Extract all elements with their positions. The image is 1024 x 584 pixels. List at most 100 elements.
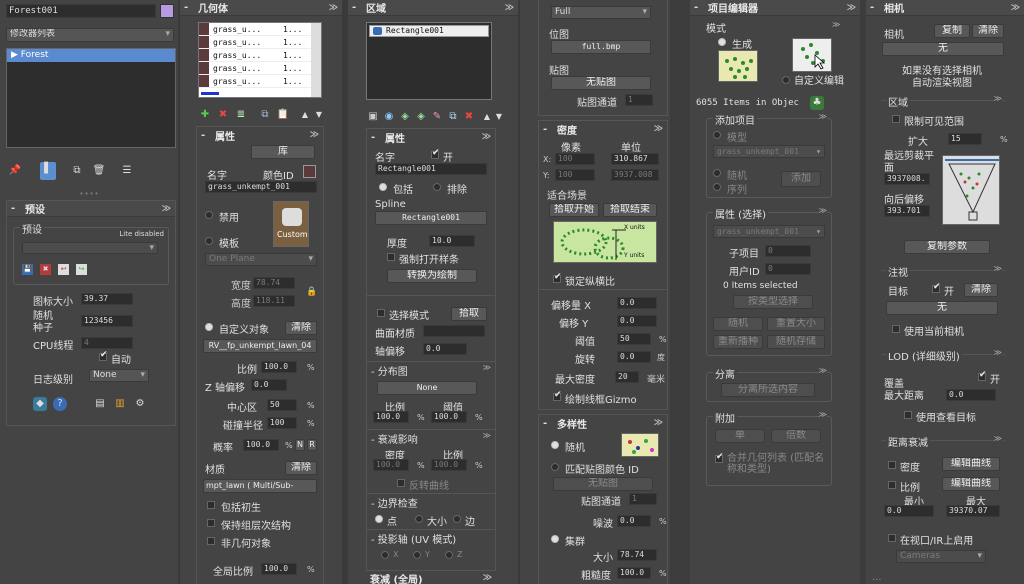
limit-visible-checkbox[interactable]	[892, 115, 900, 123]
geometry-name-field[interactable]: grass_unkempt_001	[205, 181, 317, 193]
geometry-list-row[interactable]: grass_u... 1...	[199, 75, 321, 88]
back-offset-field[interactable]: 393.701	[884, 205, 930, 217]
geometry-list[interactable]: grass_u... 1... grass_u... 1... grass_u... 1.…	[198, 22, 322, 98]
template-dropdown[interactable]: One Plane	[205, 253, 317, 266]
use-current-camera-checkbox[interactable]	[892, 325, 900, 333]
props-header[interactable]: - 属性 ≫	[197, 127, 323, 143]
ratio-falloff-checkbox[interactable]	[888, 481, 896, 489]
y-axis-radio[interactable]	[413, 551, 421, 559]
cluster-size-field[interactable]: 78.74	[617, 549, 657, 561]
z-axis-radio[interactable]	[445, 551, 453, 559]
x-pixel-field[interactable]: 100	[555, 153, 595, 165]
height-field[interactable]: 118.11	[253, 295, 295, 307]
panel-divider[interactable]: ∙∙∙∙	[0, 190, 178, 198]
seed-field[interactable]: 123456	[81, 315, 133, 327]
reset-size-button[interactable]: 重置大小	[767, 317, 825, 331]
custom-object-radio[interactable]	[205, 323, 213, 331]
dist-map-title[interactable]: - 分布图	[371, 363, 408, 378]
lock-icon[interactable]: 🔒	[305, 285, 319, 299]
pin-stack-icon[interactable]: 📌	[8, 164, 22, 178]
geometry-list-row[interactable]: grass_u... 1...	[199, 36, 321, 49]
random-button[interactable]: 随机	[713, 317, 763, 331]
max-field[interactable]: 39370.07	[946, 505, 1000, 517]
spline-button[interactable]: Rectangle001	[375, 211, 487, 225]
axis-offset-field[interactable]: 0.0	[423, 343, 467, 355]
rotation-field[interactable]: 0.0	[617, 351, 651, 363]
separate-selected-button[interactable]: 分离所选内容	[721, 383, 815, 397]
thickness-field[interactable]: 10.0	[429, 235, 475, 247]
model-dropdown[interactable]: grass_unkempt_001	[713, 145, 825, 158]
copy-camera-button[interactable]: 复制	[934, 24, 970, 38]
show-end-result-icon[interactable]: ▌	[40, 162, 56, 180]
reseed-button[interactable]: 重新播种	[713, 335, 763, 349]
export-preset-icon[interactable]: ↪	[76, 264, 87, 275]
area-list-item[interactable]: Rectangle001	[369, 25, 489, 37]
offset-y-field[interactable]: 0.0	[617, 315, 657, 327]
noise-field[interactable]: 0.0	[617, 515, 651, 527]
target-on-checkbox[interactable]	[932, 282, 941, 293]
presets-header[interactable]: - 预设 ≫	[7, 201, 175, 217]
far-clip-field[interactable]: 3937008.	[884, 173, 930, 185]
chart-icon[interactable]: ▥	[113, 397, 127, 411]
generate-radio[interactable]	[718, 38, 726, 46]
stack-item-forest[interactable]: ▶ Forest	[7, 49, 175, 62]
configure-icon[interactable]: ☰	[120, 164, 134, 178]
collision-radius-field[interactable]: 100	[267, 417, 297, 429]
area-tool-6-icon[interactable]: ⧉	[446, 110, 460, 124]
add-list-icon[interactable]: ≣	[234, 108, 248, 122]
y-unit-field[interactable]: 3937.008	[611, 169, 659, 181]
clear-material-button[interactable]: 清除	[285, 461, 317, 475]
clear-camera-button[interactable]: 清除	[972, 24, 1004, 38]
template-radio[interactable]	[205, 237, 213, 245]
scale-field[interactable]: 100.0	[261, 361, 297, 373]
select-mode-checkbox[interactable]	[377, 309, 385, 317]
geometry-list-scrollbar[interactable]	[311, 23, 321, 97]
remove-item-icon[interactable]: ✖	[216, 108, 230, 122]
r-button[interactable]: R	[307, 439, 317, 451]
x-axis-radio[interactable]	[381, 551, 389, 559]
dist-thresh-field[interactable]: 100.0	[431, 411, 467, 423]
pick-end-button[interactable]: 拾取结束	[603, 203, 657, 217]
size-radio[interactable]	[415, 515, 423, 523]
keep-hierarchy-checkbox[interactable]	[207, 519, 215, 527]
probability-field[interactable]: 100.0	[243, 439, 279, 451]
modifier-list-dropdown[interactable]: 修改器列表	[6, 28, 174, 42]
edit-ratio-curve-button[interactable]: 编辑曲线	[942, 477, 1000, 491]
delete-preset-icon[interactable]: ✖	[40, 264, 51, 275]
match-color-radio[interactable]	[551, 463, 559, 471]
clear-target-button[interactable]: 清除	[964, 283, 998, 297]
no-map-button[interactable]: 无贴图	[551, 76, 651, 90]
object-color-swatch[interactable]	[160, 4, 174, 18]
surface-material-field[interactable]	[423, 325, 485, 337]
diversity-header[interactable]: - 多样性 ≫	[539, 415, 667, 431]
bitmap-button[interactable]: full.bmp	[551, 40, 651, 54]
move-down-icon[interactable]: ▼	[312, 108, 326, 122]
delete-modifier-icon[interactable]: 🗑	[92, 164, 106, 178]
add-item-icon[interactable]: ✚	[198, 108, 212, 122]
tree-icon[interactable]: ♣	[810, 96, 824, 110]
threshold-field[interactable]: 50	[617, 333, 651, 345]
select-by-type-button[interactable]: 按类型选择	[733, 295, 813, 309]
use-view-target-checkbox[interactable]	[904, 411, 912, 419]
geometry-list-row[interactable]: grass_u... 1...	[199, 49, 321, 62]
invert-curve-checkbox[interactable]	[397, 479, 405, 487]
area-header[interactable]: - 区域 ≫	[348, 0, 518, 16]
expand-field[interactable]: 15	[948, 133, 982, 145]
edge-radio[interactable]	[453, 515, 461, 523]
multiple-button[interactable]: 倍数	[771, 429, 821, 443]
paint-icon[interactable]: ✎	[430, 110, 444, 124]
auto-checkbox[interactable]	[99, 350, 108, 361]
cameras-dropdown[interactable]: Cameras	[896, 550, 986, 563]
item-editor-header[interactable]: - 项目编辑器 ≫	[690, 0, 860, 16]
copy-item-icon[interactable]: ⧉	[258, 108, 272, 122]
load-preset-icon[interactable]: ↩	[58, 264, 69, 275]
clear-custom-button[interactable]: 清除	[285, 321, 317, 335]
cluster-radio[interactable]	[551, 535, 559, 543]
non-geometry-checkbox[interactable]	[207, 537, 215, 545]
custom-edit-radio[interactable]	[782, 76, 790, 84]
convert-to-paint-button[interactable]: 转换为绘制	[387, 269, 477, 283]
custom-thumbnail[interactable]: Custom	[273, 201, 309, 247]
viewport-enable-checkbox[interactable]	[888, 534, 896, 542]
area-list[interactable]: Rectangle001	[366, 22, 492, 100]
pick-start-button[interactable]: 拾取开始	[549, 203, 599, 217]
